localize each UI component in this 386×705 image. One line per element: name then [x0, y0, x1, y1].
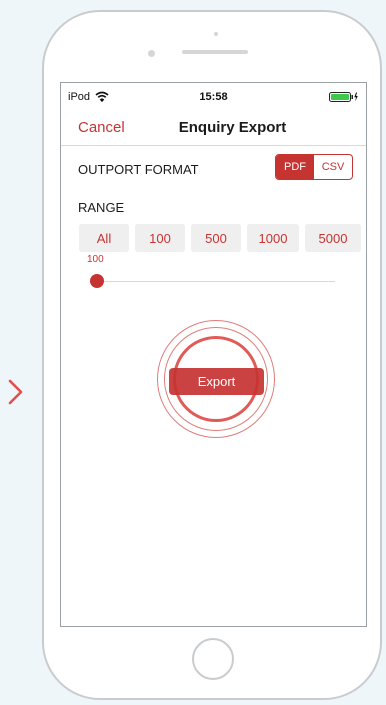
- range-option-1000[interactable]: 1000: [247, 224, 299, 252]
- home-button[interactable]: [192, 638, 234, 680]
- format-option-pdf[interactable]: PDF: [276, 155, 314, 179]
- range-slider-track[interactable]: [97, 281, 335, 282]
- format-option-csv[interactable]: CSV: [314, 155, 352, 179]
- export-button[interactable]: Export: [169, 368, 264, 395]
- speaker-grille: [182, 50, 248, 54]
- range-options: All 100 500 1000 5000: [79, 224, 363, 252]
- sensor-dot: [214, 32, 218, 36]
- format-segmented-control: PDF CSV: [275, 154, 353, 180]
- slider-value-label: 100: [87, 254, 104, 265]
- range-option-100[interactable]: 100: [135, 224, 185, 252]
- status-time: 15:58: [199, 91, 228, 103]
- range-option-all[interactable]: All: [79, 224, 129, 252]
- camera-dot: [148, 50, 155, 57]
- range-option-500[interactable]: 500: [191, 224, 241, 252]
- range-label: RANGE: [78, 200, 125, 215]
- range-option-5000[interactable]: 5000: [305, 224, 361, 252]
- page-title: Enquiry Export: [178, 119, 287, 136]
- stage: iPod 15:58 Cancel Enquiry Export OUTPORT…: [0, 0, 386, 705]
- range-slider-thumb[interactable]: [90, 274, 104, 288]
- status-bar: iPod 15:58: [61, 83, 366, 109]
- chevron-right-icon[interactable]: [6, 378, 26, 406]
- navigation-bar: Cancel Enquiry Export: [61, 109, 366, 146]
- battery-icon: [329, 92, 358, 102]
- format-label: OUTPORT FORMAT: [78, 162, 199, 177]
- app-screen: iPod 15:58 Cancel Enquiry Export OUTPORT…: [60, 82, 367, 627]
